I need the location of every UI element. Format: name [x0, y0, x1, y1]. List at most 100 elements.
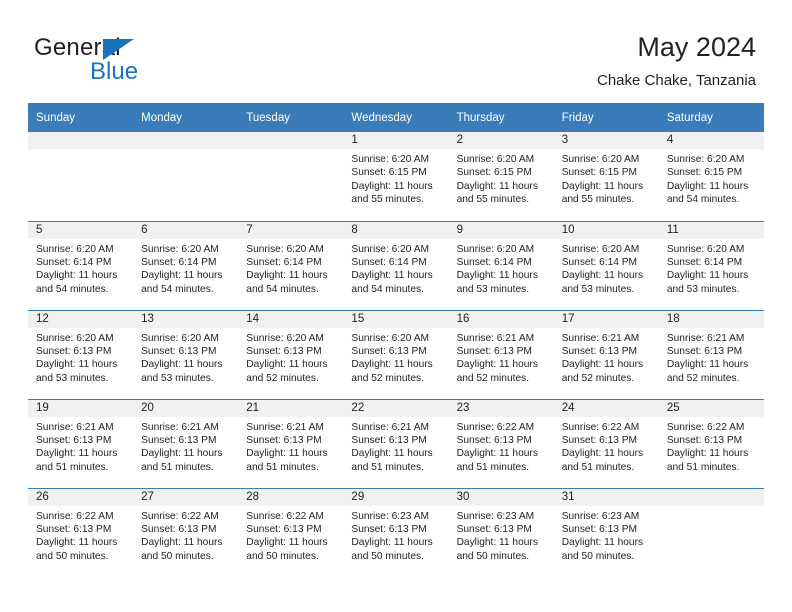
- day-number: 9: [448, 221, 554, 239]
- day-cell-content: 13 Sunrise: 6:20 AM Sunset: 6:13 PM Dayligh…: [133, 310, 239, 399]
- calendar-day-cell[interactable]: 8 Sunrise: 6:20 AM Sunset: 6:14 PM Daylight…: [343, 220, 449, 310]
- calendar-day-cell[interactable]: 31 Sunrise: 6:23 AM Sunset: 6:13 PM Dayligh…: [553, 487, 659, 577]
- day-cell-content: 30 Sunrise: 6:23 AM Sunset: 6:13 PM Dayligh…: [448, 488, 554, 577]
- day-cell-content: 26 Sunrise: 6:22 AM Sunset: 6:13 PM Dayligh…: [28, 488, 134, 577]
- calendar-day-cell[interactable]: 28 Sunrise: 6:22 AM Sunset: 6:13 PM Dayligh…: [238, 487, 344, 577]
- calendar-day-cell[interactable]: 9 Sunrise: 6:20 AM Sunset: 6:14 PM Daylight…: [448, 220, 554, 310]
- calendar-day-cell[interactable]: 3 Sunrise: 6:20 AM Sunset: 6:15 PM Daylight…: [553, 132, 659, 221]
- calendar-day-cell[interactable]: 22 Sunrise: 6:21 AM Sunset: 6:13 PM Dayligh…: [343, 398, 449, 488]
- day-info-line: Sunset: 6:15 PM: [561, 167, 638, 179]
- day-info-line: Sunset: 6:15 PM: [351, 167, 427, 179]
- calendar-day-cell[interactable]: 24 Sunrise: 6:22 AM Sunset: 6:13 PM Dayligh…: [553, 398, 659, 488]
- calendar-day-cell[interactable]: 19 Sunrise: 6:21 AM Sunset: 6:13 PM Dayligh…: [28, 398, 134, 488]
- calendar-day-cell[interactable]: 16 Sunrise: 6:21 AM Sunset: 6:13 PM Dayligh…: [448, 309, 554, 399]
- day-info-line: and 50 minutes.: [351, 550, 424, 562]
- day-info-line: Daylight: 11 hours: [351, 359, 433, 371]
- calendar-day-cell[interactable]: 1 Sunrise: 6:20 AM Sunset: 6:15 PM Daylight…: [343, 132, 449, 221]
- day-info-line: and 50 minutes.: [561, 550, 635, 562]
- day-sun-info: Sunrise: 6:21 AM Sunset: 6:13 PM Daylight:…: [554, 328, 659, 386]
- day-info-line: Daylight: 11 hours: [246, 448, 328, 460]
- day-cell-content: 4 Sunrise: 6:20 AM Sunset: 6:15 PM Daylight…: [658, 132, 764, 220]
- day-info-line: Sunset: 6:13 PM: [141, 345, 217, 357]
- day-info-line: Sunset: 6:14 PM: [141, 256, 217, 268]
- day-info-line: Sunset: 6:13 PM: [36, 434, 112, 446]
- day-number: 31: [553, 488, 659, 506]
- day-number: [133, 132, 239, 149]
- calendar-day-cell[interactable]: 25 Sunrise: 6:22 AM Sunset: 6:13 PM Dayligh…: [658, 398, 764, 488]
- day-info-line: Daylight: 11 hours: [141, 537, 223, 549]
- calendar-day-cell[interactable]: 15 Sunrise: 6:20 AM Sunset: 6:13 PM Dayligh…: [343, 309, 449, 399]
- day-sun-info: Sunrise: 6:22 AM Sunset: 6:13 PM Daylight:…: [133, 506, 238, 564]
- calendar-day-cell[interactable]: 17 Sunrise: 6:21 AM Sunset: 6:13 PM Dayligh…: [553, 309, 659, 399]
- day-sun-info: Sunrise: 6:20 AM Sunset: 6:15 PM Daylight:…: [449, 149, 554, 207]
- calendar-day-cell[interactable]: 2 Sunrise: 6:20 AM Sunset: 6:15 PM Daylight…: [448, 132, 554, 221]
- day-cell-content: 11 Sunrise: 6:20 AM Sunset: 6:14 PM Dayligh…: [658, 221, 764, 310]
- calendar-day-cell[interactable]: 18 Sunrise: 6:21 AM Sunset: 6:13 PM Dayligh…: [658, 309, 764, 399]
- calendar-day-cell[interactable]: 26 Sunrise: 6:22 AM Sunset: 6:13 PM Dayligh…: [28, 487, 134, 577]
- day-info-line: and 55 minutes.: [351, 194, 424, 206]
- day-info-line: and 55 minutes.: [561, 194, 635, 206]
- calendar-day-cell[interactable]: 5 Sunrise: 6:20 AM Sunset: 6:14 PM Daylight…: [28, 220, 134, 310]
- day-info-line: Sunrise: 6:23 AM: [561, 510, 640, 522]
- day-number: 18: [658, 310, 764, 328]
- title-block: May 2024 Chake Chake, Tanzania: [597, 30, 756, 92]
- day-info-line: Sunrise: 6:20 AM: [246, 332, 324, 344]
- day-sun-info: Sunrise: 6:21 AM Sunset: 6:13 PM Daylight:…: [238, 417, 343, 475]
- calendar-day-cell[interactable]: 12 Sunrise: 6:20 AM Sunset: 6:13 PM Dayligh…: [28, 309, 134, 399]
- calendar-day-cell[interactable]: 10 Sunrise: 6:20 AM Sunset: 6:14 PM Dayligh…: [553, 220, 659, 310]
- day-cell-content: 9 Sunrise: 6:20 AM Sunset: 6:14 PM Daylight…: [448, 221, 554, 310]
- day-number: 15: [343, 310, 449, 328]
- day-info-line: Sunrise: 6:20 AM: [456, 243, 535, 255]
- day-info-line: Sunset: 6:14 PM: [36, 256, 112, 268]
- calendar-day-cell[interactable]: 21 Sunrise: 6:21 AM Sunset: 6:13 PM Dayligh…: [238, 398, 344, 488]
- brand-logo[interactable]: General Blue: [34, 34, 224, 90]
- day-info-line: Sunset: 6:14 PM: [351, 256, 427, 268]
- day-sun-info: Sunrise: 6:20 AM Sunset: 6:14 PM Daylight:…: [449, 239, 554, 297]
- day-info-line: and 54 minutes.: [351, 283, 424, 295]
- calendar-page: General Blue May 2024 Chake Chake, Tanza…: [0, 0, 792, 612]
- day-info-line: Sunrise: 6:23 AM: [456, 510, 535, 522]
- calendar-day-cell: [238, 132, 344, 221]
- day-cell-content: 27 Sunrise: 6:22 AM Sunset: 6:13 PM Dayligh…: [133, 488, 239, 577]
- day-cell-content: 31 Sunrise: 6:23 AM Sunset: 6:13 PM Dayligh…: [553, 488, 659, 577]
- calendar-day-cell[interactable]: 13 Sunrise: 6:20 AM Sunset: 6:13 PM Dayligh…: [133, 309, 239, 399]
- day-info-line: Daylight: 11 hours: [666, 448, 749, 460]
- day-info-line: and 52 minutes.: [666, 372, 740, 384]
- calendar-day-cell[interactable]: 20 Sunrise: 6:21 AM Sunset: 6:13 PM Dayligh…: [133, 398, 239, 488]
- day-number: 28: [238, 488, 344, 506]
- day-info-line: and 51 minutes.: [246, 461, 319, 473]
- calendar-day-cell[interactable]: 23 Sunrise: 6:22 AM Sunset: 6:13 PM Dayligh…: [448, 398, 554, 488]
- day-number: 13: [133, 310, 239, 328]
- calendar-day-cell[interactable]: 29 Sunrise: 6:23 AM Sunset: 6:13 PM Dayligh…: [343, 487, 449, 577]
- day-info-line: and 55 minutes.: [456, 194, 530, 206]
- calendar-day-cell[interactable]: 27 Sunrise: 6:22 AM Sunset: 6:13 PM Dayligh…: [133, 487, 239, 577]
- day-sun-info: Sunrise: 6:22 AM Sunset: 6:13 PM Daylight:…: [554, 417, 659, 475]
- day-info-line: Sunset: 6:13 PM: [561, 434, 638, 446]
- calendar-day-cell[interactable]: 30 Sunrise: 6:23 AM Sunset: 6:13 PM Dayligh…: [448, 487, 554, 577]
- day-info-line: Sunrise: 6:22 AM: [246, 510, 324, 522]
- day-info-line: Sunset: 6:13 PM: [246, 523, 322, 535]
- day-info-line: Sunrise: 6:20 AM: [36, 243, 114, 255]
- day-info-line: Daylight: 11 hours: [141, 359, 223, 371]
- calendar-day-cell[interactable]: 11 Sunrise: 6:20 AM Sunset: 6:14 PM Dayligh…: [658, 220, 764, 310]
- day-info-line: Sunrise: 6:20 AM: [666, 154, 745, 165]
- day-info-line: Sunrise: 6:22 AM: [666, 421, 745, 433]
- calendar-day-cell[interactable]: 14 Sunrise: 6:20 AM Sunset: 6:13 PM Dayligh…: [238, 309, 344, 399]
- day-sun-info: Sunrise: 6:22 AM Sunset: 6:13 PM Daylight:…: [28, 506, 133, 564]
- day-sun-info: Sunrise: 6:20 AM Sunset: 6:14 PM Daylight:…: [343, 239, 448, 297]
- day-info-line: Sunset: 6:13 PM: [456, 345, 532, 357]
- brand-word-blue: Blue: [90, 58, 139, 85]
- day-info-line: Sunset: 6:13 PM: [36, 345, 112, 357]
- calendar-day-cell[interactable]: 6 Sunrise: 6:20 AM Sunset: 6:14 PM Daylight…: [133, 220, 239, 310]
- day-cell-content: 6 Sunrise: 6:20 AM Sunset: 6:14 PM Daylight…: [133, 221, 239, 310]
- day-number: 26: [28, 488, 134, 506]
- day-info-line: Daylight: 11 hours: [456, 537, 538, 549]
- day-info-line: Daylight: 11 hours: [36, 270, 118, 282]
- calendar-day-cell[interactable]: 4 Sunrise: 6:20 AM Sunset: 6:15 PM Daylight…: [658, 132, 764, 221]
- day-number: 20: [133, 399, 239, 417]
- calendar-week-row: 12 Sunrise: 6:20 AM Sunset: 6:13 PM Dayligh…: [28, 309, 764, 399]
- calendar-day-cell[interactable]: 7 Sunrise: 6:20 AM Sunset: 6:14 PM Daylight…: [238, 220, 344, 310]
- day-number: 23: [448, 399, 554, 417]
- day-info-line: Daylight: 11 hours: [561, 359, 644, 371]
- weekday-header-wednesday: Wednesday: [343, 103, 449, 132]
